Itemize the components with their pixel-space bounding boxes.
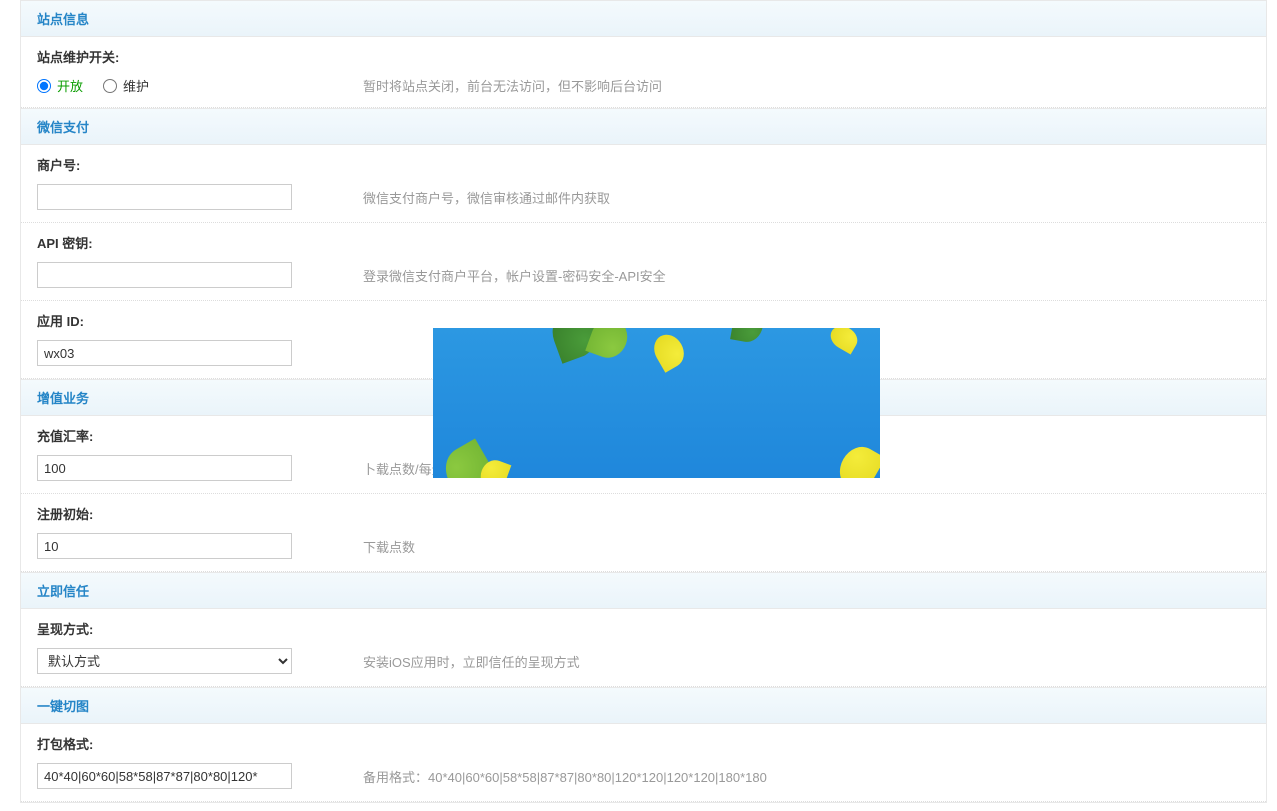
- package-format-hint: 备用格式：40*40|60*60|58*58|87*87|80*80|120*1…: [363, 767, 1250, 786]
- leaf-icon: [585, 328, 633, 363]
- leaf-icon: [730, 328, 766, 344]
- package-format-input[interactable]: [37, 763, 292, 789]
- app-id-input[interactable]: [37, 340, 292, 366]
- field-api-key: API 密钥: 登录微信支付商户平台，帐户设置-密码安全-API安全: [21, 223, 1266, 301]
- leaf-icon: [826, 328, 861, 355]
- section-header-wechat-pay: 微信支付: [21, 109, 1266, 145]
- section-one-click-cut: 一键切图 打包格式: 备用格式：40*40|60*60|58*58|87*87|…: [20, 688, 1267, 803]
- section-header-site-info: 站点信息: [21, 1, 1266, 37]
- radio-open[interactable]: 开放: [37, 76, 83, 95]
- display-mode-select[interactable]: 默认方式: [37, 648, 292, 674]
- merchant-id-label: 商户号:: [21, 145, 1266, 180]
- decorative-overlay: [433, 328, 880, 478]
- api-key-input[interactable]: [37, 262, 292, 288]
- display-mode-label: 呈现方式:: [21, 609, 1266, 644]
- merchant-id-input[interactable]: [37, 184, 292, 210]
- field-merchant-id: 商户号: 微信支付商户号，微信审核通过邮件内获取: [21, 145, 1266, 223]
- radio-maintenance[interactable]: 维护: [103, 76, 149, 95]
- radio-open-input[interactable]: [37, 79, 51, 93]
- leaf-icon: [832, 440, 880, 478]
- package-format-label: 打包格式:: [21, 724, 1266, 759]
- api-key-hint: 登录微信支付商户平台，帐户设置-密码安全-API安全: [363, 266, 1250, 285]
- section-header-one-click-cut: 一键切图: [21, 688, 1266, 724]
- radio-maintenance-input[interactable]: [103, 79, 117, 93]
- field-register-initial: 注册初始: 下载点数: [21, 494, 1266, 572]
- maintenance-radio-group: 开放 维护: [37, 76, 347, 95]
- section-header-trust-now: 立即信任: [21, 573, 1266, 609]
- maintenance-hint: 暂时将站点关闭，前台无法访问，但不影响后台访问: [363, 76, 1250, 95]
- register-initial-label: 注册初始:: [21, 494, 1266, 529]
- radio-open-label: 开放: [57, 76, 83, 95]
- leaf-icon: [648, 329, 689, 372]
- merchant-id-hint: 微信支付商户号，微信审核通过邮件内获取: [363, 188, 1250, 207]
- register-initial-input[interactable]: [37, 533, 292, 559]
- api-key-label: API 密钥:: [21, 223, 1266, 258]
- section-site-info: 站点信息 站点维护开关: 开放 维护 暂时将站点: [20, 0, 1267, 109]
- register-initial-hint: 下载点数: [363, 537, 1250, 556]
- field-package-format: 打包格式: 备用格式：40*40|60*60|58*58|87*87|80*80…: [21, 724, 1266, 802]
- recharge-rate-input[interactable]: [37, 455, 292, 481]
- field-maintenance-switch: 站点维护开关: 开放 维护 暂时将站点关闭，前台无法访问，但不影响后台: [21, 37, 1266, 108]
- field-display-mode: 呈现方式: 默认方式 安装iOS应用时，立即信任的呈现方式: [21, 609, 1266, 687]
- maintenance-switch-label: 站点维护开关:: [21, 37, 1266, 72]
- section-trust-now: 立即信任 呈现方式: 默认方式 安装iOS应用时，立即信任的呈现方式: [20, 573, 1267, 688]
- display-mode-hint: 安装iOS应用时，立即信任的呈现方式: [363, 652, 1250, 671]
- radio-maintenance-label: 维护: [123, 76, 149, 95]
